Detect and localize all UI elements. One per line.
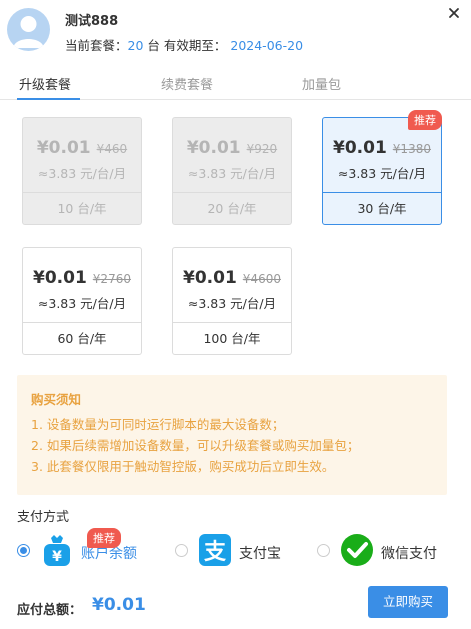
package-price: ¥0.01 — [183, 268, 237, 288]
tab-upgrade[interactable]: 升级套餐 — [19, 74, 71, 93]
wechat-label: 微信支付 — [381, 546, 437, 562]
plan-label: 当前套餐： — [65, 38, 128, 53]
tab-renew[interactable]: 续费套餐 — [161, 74, 213, 93]
price-row: ¥0.01 ¥1380 — [323, 138, 441, 158]
alipay-icon: 支 — [198, 533, 232, 567]
expire-date: 2024-06-20 — [230, 38, 304, 53]
total-amount: ¥0.01 — [92, 595, 146, 615]
price-row: ¥0.01 ¥2760 — [23, 268, 141, 288]
wechat-pay-icon — [340, 533, 374, 567]
price-row: ¥0.01 ¥4600 — [173, 268, 291, 288]
payment-option-wechat[interactable]: 微信支付 — [317, 533, 457, 569]
package-original-price: ¥1380 — [392, 142, 431, 156]
package-devices: 30 台/年 — [323, 192, 441, 224]
package-card-20[interactable]: ¥0.01 ¥920 ≈3.83 元/台/月 20 台/年 — [172, 117, 292, 225]
account-header: 测试888 当前套餐：20 台 有效期至： 2024-06-20 — [0, 0, 471, 62]
wallet-icon: ¥ — [40, 533, 74, 567]
package-original-price: ¥460 — [96, 142, 128, 156]
recommend-badge: 推荐 — [408, 110, 442, 130]
package-price: ¥0.01 — [36, 138, 91, 158]
package-unit-price: ≈3.83 元/台/月 — [187, 296, 277, 311]
payment-option-balance[interactable]: ¥ 账户余额 推荐 — [17, 528, 157, 569]
package-price: ¥0.01 — [186, 138, 241, 158]
notice-item: 2. 如果后续需增加设备数量，可以升级套餐或购买加量包； — [31, 438, 360, 453]
price-row: ¥0.01 ¥460 — [23, 138, 141, 158]
active-tab-indicator — [17, 98, 80, 100]
plan-device-count: 20 — [127, 38, 144, 53]
recommend-badge: 推荐 — [87, 528, 121, 548]
package-price: ¥0.01 — [33, 268, 87, 288]
package-original-price: ¥4600 — [242, 272, 281, 286]
package-devices: 10 台/年 — [23, 192, 141, 224]
package-original-price: ¥920 — [246, 142, 278, 156]
payment-option-alipay[interactable]: 支 支付宝 — [175, 533, 295, 569]
username: 测试888 — [65, 14, 119, 29]
package-unit-price: ≈3.83 元/台/月 — [187, 166, 277, 181]
purchase-notice: 购买须知 1. 设备数量为可同时运行脚本的最大设备数； 2. 如果后续需增加设备… — [17, 375, 447, 495]
package-devices: 60 台/年 — [23, 322, 141, 354]
balance-radio[interactable] — [17, 544, 30, 557]
package-unit-price: ≈3.83 元/台/月 — [337, 166, 427, 181]
svg-text:¥: ¥ — [52, 549, 62, 565]
avatar-icon — [7, 8, 50, 51]
package-card-10[interactable]: ¥0.01 ¥460 ≈3.83 元/台/月 10 台/年 — [22, 117, 142, 225]
notice-title: 购买须知 — [31, 392, 82, 407]
payment-method-label: 支付方式 — [17, 510, 70, 525]
package-devices: 100 台/年 — [173, 322, 291, 354]
package-original-price: ¥2760 — [92, 272, 131, 286]
total-label: 应付总额： — [17, 603, 83, 618]
buy-now-button[interactable]: 立即购买 — [368, 586, 448, 618]
alipay-label: 支付宝 — [239, 546, 281, 562]
package-card-30[interactable]: 推荐 ¥0.01 ¥1380 ≈3.83 元/台/月 30 台/年 — [322, 110, 442, 225]
current-plan-info: 当前套餐：20 台 有效期至： 2024-06-20 — [65, 35, 303, 54]
notice-item: 3. 此套餐仅限用于触动智控版，购买成功后立即生效。 — [31, 459, 335, 474]
notice-item: 1. 设备数量为可同时运行脚本的最大设备数； — [31, 417, 285, 432]
wechat-radio[interactable] — [317, 544, 330, 557]
plan-unit-expiry-label: 台 有效期至： — [147, 38, 227, 53]
alipay-radio[interactable] — [175, 544, 188, 557]
package-unit-price: ≈3.83 元/台/月 — [37, 296, 127, 311]
svg-text:支: 支 — [204, 540, 227, 565]
price-row: ¥0.01 ¥920 — [173, 138, 291, 158]
package-price: ¥0.01 — [333, 138, 387, 158]
close-icon[interactable] — [447, 5, 461, 19]
package-card-100[interactable]: ¥0.01 ¥4600 ≈3.83 元/台/月 100 台/年 — [172, 247, 292, 355]
package-devices: 20 台/年 — [173, 192, 291, 224]
package-unit-price: ≈3.83 元/台/月 — [37, 166, 127, 181]
tab-bar: 升级套餐 续费套餐 加量包 — [0, 66, 471, 100]
tab-add-on[interactable]: 加量包 — [302, 74, 341, 93]
package-card-60[interactable]: ¥0.01 ¥2760 ≈3.83 元/台/月 60 台/年 — [22, 247, 142, 355]
